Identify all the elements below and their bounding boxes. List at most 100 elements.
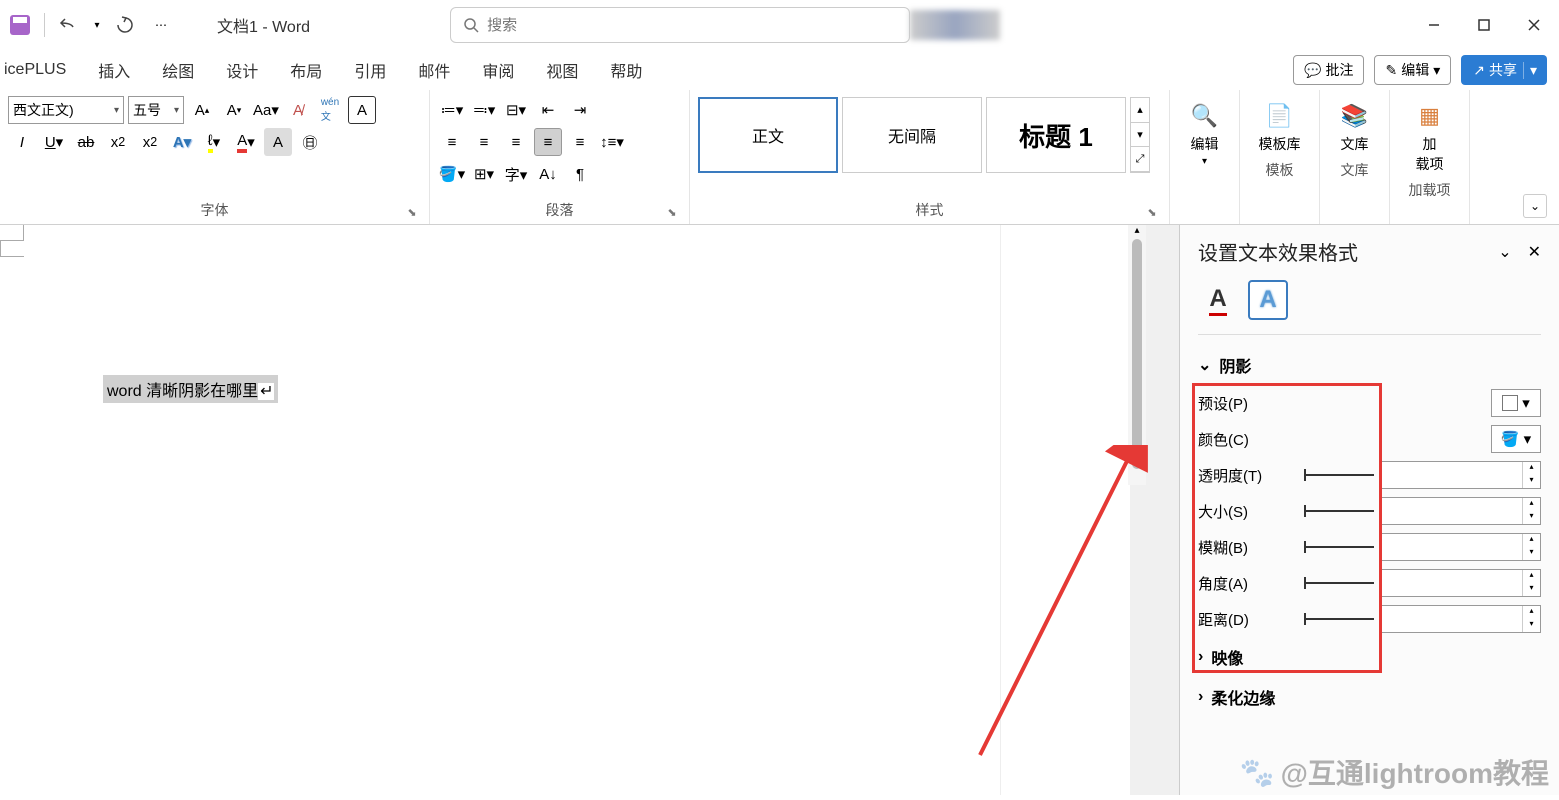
- superscript-button[interactable]: x2: [136, 128, 164, 156]
- tab-review[interactable]: 审阅: [478, 52, 518, 88]
- sort-button[interactable]: A↓: [534, 160, 562, 188]
- color-picker[interactable]: 🪣▾: [1491, 425, 1541, 453]
- tab-iceplus[interactable]: icePLUS: [0, 55, 70, 85]
- shadow-section-header[interactable]: ⌄阴影: [1198, 349, 1541, 381]
- subscript-button[interactable]: x2: [104, 128, 132, 156]
- styles-scroll[interactable]: ▴▾⤢: [1130, 97, 1150, 173]
- character-border-button[interactable]: A: [348, 96, 376, 124]
- page-margin-right: [1000, 225, 1130, 795]
- align-center-button[interactable]: ≡: [470, 128, 498, 156]
- pane-options-button[interactable]: ⌄: [1498, 242, 1511, 262]
- distance-spinner[interactable]: ▴▾: [1380, 605, 1541, 633]
- justify-button[interactable]: ≡: [534, 128, 562, 156]
- clear-formatting-button[interactable]: A̸: [284, 96, 312, 124]
- increase-font-button[interactable]: A▴: [188, 96, 216, 124]
- document-page[interactable]: word 清晰阴影在哪里↵: [0, 225, 1000, 795]
- strikethrough-button[interactable]: ab: [72, 128, 100, 156]
- vertical-scrollbar[interactable]: ▴: [1128, 225, 1146, 485]
- blur-spinner[interactable]: ▴▾: [1380, 533, 1541, 561]
- angle-spinner[interactable]: ▴▾: [1380, 569, 1541, 597]
- ribbon-collapse-button[interactable]: ⌄: [1523, 194, 1547, 218]
- decrease-font-button[interactable]: A▾: [220, 96, 248, 124]
- tab-layout[interactable]: 布局: [286, 52, 326, 88]
- size-spinner[interactable]: ▴▾: [1380, 497, 1541, 525]
- font-dialog-launcher[interactable]: ⬊: [405, 206, 419, 220]
- transparency-spinner[interactable]: ▴▾: [1380, 461, 1541, 489]
- tab-references[interactable]: 引用: [350, 52, 390, 88]
- style-normal[interactable]: 正文: [698, 97, 838, 173]
- size-slider[interactable]: [1304, 510, 1374, 512]
- borders-button[interactable]: ⊞▾: [470, 160, 498, 188]
- styles-group-label: 样式⬊: [698, 198, 1161, 222]
- font-group: 西文正文)▾ 五号▾ A▴ A▾ Aa▾ A̸ wén文 A I U▾ ab x…: [0, 90, 430, 224]
- pane-close-button[interactable]: ✕: [1528, 242, 1541, 262]
- show-marks-button[interactable]: ¶: [566, 160, 594, 188]
- qat-customize[interactable]: ⋯: [145, 9, 177, 41]
- text-effects-tab[interactable]: A: [1248, 280, 1288, 320]
- share-button[interactable]: ↗ 共享▾: [1461, 55, 1547, 85]
- transparency-slider[interactable]: [1304, 474, 1374, 476]
- distributed-button[interactable]: ≡: [566, 128, 594, 156]
- distance-slider[interactable]: [1304, 618, 1374, 620]
- font-color-button[interactable]: A▾: [232, 128, 260, 156]
- wenku-button[interactable]: 📚 文库: [1328, 96, 1381, 158]
- save-button[interactable]: [4, 9, 36, 41]
- tab-view[interactable]: 视图: [542, 52, 582, 88]
- editing-find-button[interactable]: 🔍 编辑 ▾: [1178, 96, 1231, 171]
- phonetic-guide-button[interactable]: wén文: [316, 96, 344, 124]
- search-input[interactable]: [487, 17, 897, 34]
- scroll-up-icon[interactable]: ▴: [1128, 225, 1146, 239]
- enclose-characters-button[interactable]: ㊐: [296, 128, 324, 156]
- paragraph-dialog-launcher[interactable]: ⬊: [665, 206, 679, 220]
- size-row: 大小(S) ▴▾: [1198, 497, 1541, 525]
- tab-help[interactable]: 帮助: [606, 52, 646, 88]
- text-fill-outline-tab[interactable]: A: [1198, 280, 1238, 320]
- editing-label: 编辑: [1401, 60, 1429, 80]
- editing-mode-button[interactable]: ✎ 编辑 ▾: [1374, 55, 1451, 85]
- tab-mail[interactable]: 邮件: [414, 52, 454, 88]
- multilevel-list-button[interactable]: ⊟▾: [502, 96, 530, 124]
- font-size-combo[interactable]: 五号▾: [128, 96, 184, 124]
- reflection-section-header[interactable]: ›映像: [1198, 641, 1541, 673]
- search-box[interactable]: [450, 7, 910, 43]
- shading-button[interactable]: 🪣▾: [438, 160, 466, 188]
- style-no-spacing[interactable]: 无间隔: [842, 97, 982, 173]
- line-spacing-button[interactable]: ↕≡▾: [598, 128, 626, 156]
- bullets-button[interactable]: ≔▾: [438, 96, 466, 124]
- underline-button[interactable]: U▾: [40, 128, 68, 156]
- preset-picker[interactable]: ▾: [1491, 389, 1541, 417]
- align-right-button[interactable]: ≡: [502, 128, 530, 156]
- character-shading-button[interactable]: A: [264, 128, 292, 156]
- blur-slider[interactable]: [1304, 546, 1374, 548]
- style-heading1[interactable]: 标题 1: [986, 97, 1126, 173]
- highlight-button[interactable]: ℓ▾: [200, 128, 228, 156]
- numbering-button[interactable]: ≕▾: [470, 96, 498, 124]
- align-left-button[interactable]: ≡: [438, 128, 466, 156]
- softedge-section-header[interactable]: ›柔化边缘: [1198, 681, 1541, 713]
- increase-indent-button[interactable]: ⇥: [566, 96, 594, 124]
- italic-button[interactable]: I: [8, 128, 36, 156]
- decrease-indent-button[interactable]: ⇤: [534, 96, 562, 124]
- redo-button[interactable]: [109, 9, 141, 41]
- close-button[interactable]: [1509, 7, 1559, 43]
- template-lib-button[interactable]: 📄 模板库: [1248, 96, 1311, 158]
- addin-button[interactable]: ▦ 加 载项: [1398, 96, 1461, 178]
- comments-button[interactable]: 💬 批注: [1293, 55, 1364, 85]
- tab-draw[interactable]: 绘图: [158, 52, 198, 88]
- document-area[interactable]: word 清晰阴影在哪里↵ ▴: [0, 225, 1179, 795]
- minimize-button[interactable]: [1409, 7, 1459, 43]
- angle-slider[interactable]: [1304, 582, 1374, 584]
- text-effects-button[interactable]: A▾: [168, 128, 196, 156]
- document-selected-text[interactable]: word 清晰阴影在哪里↵: [103, 375, 278, 403]
- asian-layout-button[interactable]: 字▾: [502, 160, 530, 188]
- maximize-button[interactable]: [1459, 7, 1509, 43]
- tab-insert[interactable]: 插入: [94, 52, 134, 88]
- font-family-combo[interactable]: 西文正文)▾: [8, 96, 124, 124]
- change-case-button[interactable]: Aa▾: [252, 96, 280, 124]
- user-avatar[interactable]: [910, 10, 1000, 40]
- styles-dialog-launcher[interactable]: ⬊: [1145, 206, 1159, 220]
- undo-button[interactable]: [53, 9, 85, 41]
- tab-design[interactable]: 设计: [222, 52, 262, 88]
- scroll-thumb[interactable]: [1132, 239, 1142, 469]
- undo-dropdown[interactable]: ▾: [89, 9, 105, 41]
